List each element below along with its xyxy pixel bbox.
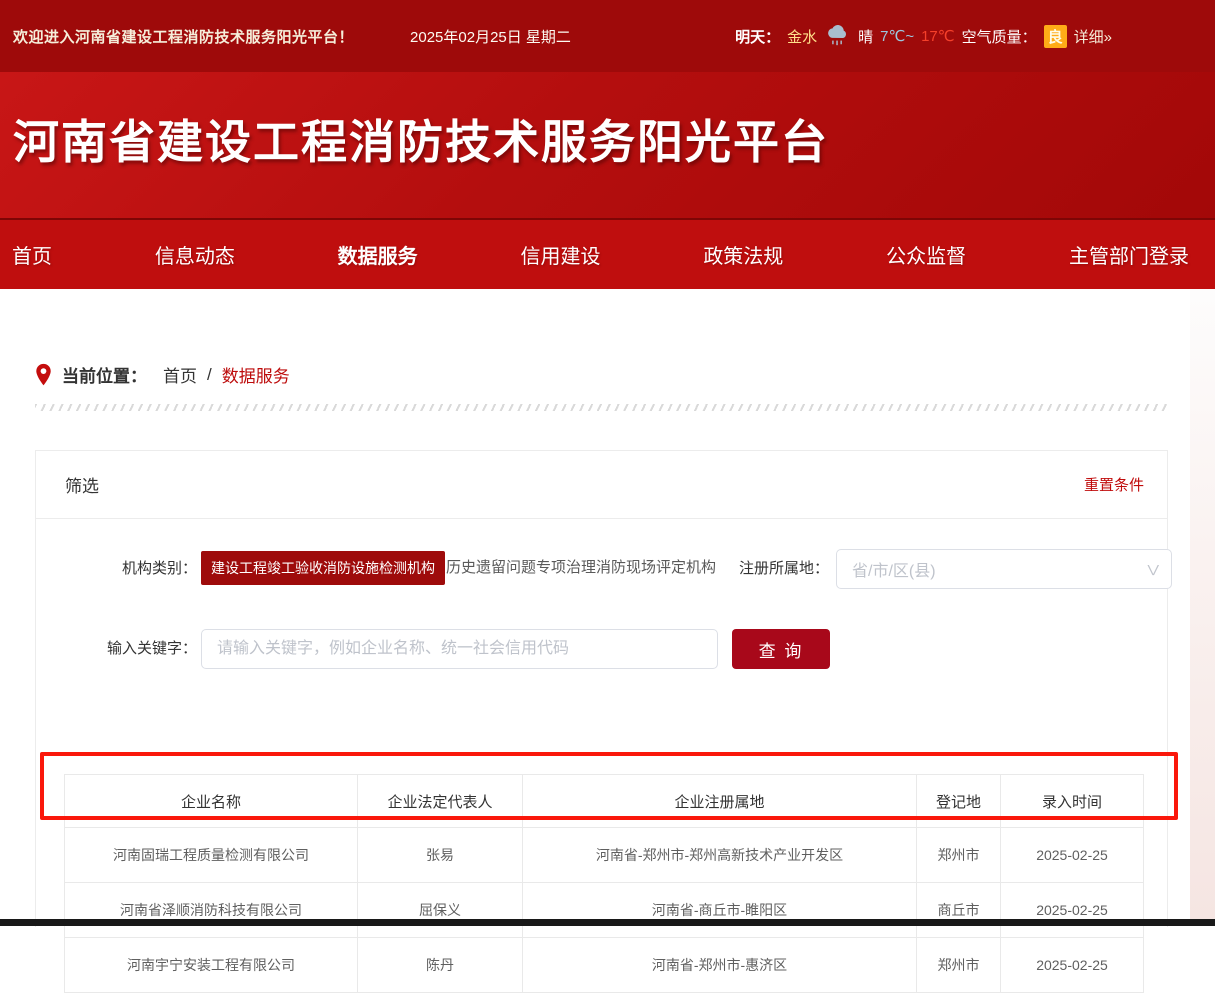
category-label: 机构类别：	[64, 549, 197, 589]
date-text: 2025年02月25日 星期二	[410, 26, 571, 47]
breadcrumb-label: 当前位置：	[62, 362, 147, 387]
welcome-text: 欢迎进入河南省建设工程消防技术服务阳光平台！	[13, 26, 354, 47]
cell-registry-city: 郑州市	[917, 938, 1001, 993]
region-label: 注册所属地：	[692, 549, 829, 589]
location-pin-icon	[35, 363, 52, 387]
col-header-registry-city: 登记地	[917, 775, 1001, 828]
right-edge-gradient	[1190, 289, 1215, 919]
filter-title: 筛选	[65, 472, 99, 497]
cell-representative: 陈丹	[358, 938, 523, 993]
weather-detail-link[interactable]: 详细»	[1074, 26, 1112, 47]
results-table: 企业名称 企业法定代表人 企业注册属地 登记地 录入时间 河南固瑞工程质量检测有…	[64, 774, 1144, 993]
cell-registered-location: 河南省-商丘市-睢阳区	[523, 883, 917, 938]
cell-entry-date: 2025-02-25	[1001, 883, 1144, 938]
table-row[interactable]: 河南宇宁安装工程有限公司 陈丹 河南省-郑州市-惠济区 郑州市 2025-02-…	[65, 938, 1144, 993]
filter-panel-header: 筛选 重置条件	[36, 451, 1167, 519]
cell-company: 河南省泽顺消防科技有限公司	[65, 883, 358, 938]
cell-representative: 张易	[358, 828, 523, 883]
nav-item-data-service[interactable]: 数据服务	[338, 240, 418, 269]
filter-panel: 筛选 重置条件 机构类别： 建设工程竣工验收消防设施检测机构 历史遗留问题专项治…	[35, 450, 1168, 927]
chevron-down-icon: ⋁	[1148, 562, 1159, 576]
breadcrumb: 当前位置： 首页 / 数据服务	[35, 362, 290, 387]
nav-item-supervision[interactable]: 公众监督	[886, 240, 966, 269]
category-filter-row: 机构类别： 建设工程竣工验收消防设施检测机构 历史遗留问题专项治理消防现场评定机…	[64, 549, 1167, 589]
region-select[interactable]: 省/市/区(县) ⋁	[836, 549, 1172, 589]
slash-divider	[35, 404, 1168, 411]
rain-cloud-icon	[824, 25, 851, 47]
cell-company: 河南宇宁安装工程有限公司	[65, 938, 358, 993]
search-button[interactable]: 查 询	[732, 629, 830, 669]
category-option-inactive[interactable]: 历史遗留问题专项治理消防现场评定机构	[446, 551, 716, 585]
cell-representative: 屈保义	[358, 883, 523, 938]
region-select-placeholder: 省/市/区(县)	[852, 557, 936, 581]
table-row[interactable]: 河南省泽顺消防科技有限公司 屈保义 河南省-商丘市-睢阳区 商丘市 2025-0…	[65, 883, 1144, 938]
nav-item-policy[interactable]: 政策法规	[703, 240, 783, 269]
col-header-company: 企业名称	[65, 775, 358, 828]
cell-registry-city: 商丘市	[917, 883, 1001, 938]
cell-entry-date: 2025-02-25	[1001, 828, 1144, 883]
breadcrumb-home-link[interactable]: 首页	[163, 362, 197, 387]
weather-widget: 明天： 金水 晴 7℃~ 17℃ 空气质量： 良 详细»	[735, 25, 1112, 48]
cell-company: 河南固瑞工程质量检测有限公司	[65, 828, 358, 883]
site-banner: 河南省建设工程消防技术服务阳光平台	[0, 72, 1215, 218]
keyword-input[interactable]	[201, 629, 718, 669]
nav-item-home[interactable]: 首页	[12, 240, 52, 269]
keyword-label: 输入关键字：	[64, 629, 197, 669]
cell-registry-city: 郑州市	[917, 828, 1001, 883]
weather-condition: 晴	[858, 26, 873, 47]
aqi-badge: 良	[1044, 25, 1067, 48]
reset-filters-link[interactable]: 重置条件	[1084, 474, 1144, 495]
col-header-registered-location: 企业注册属地	[523, 775, 917, 828]
breadcrumb-current-link[interactable]: 数据服务	[222, 362, 290, 387]
keyword-filter-row: 输入关键字： 查 询	[64, 629, 1167, 669]
table-row[interactable]: 河南固瑞工程质量检测有限公司 张易 河南省-郑州市-郑州高新技术产业开发区 郑州…	[65, 828, 1144, 883]
bottom-dark-bar	[0, 919, 1215, 926]
aqi-label: 空气质量：	[962, 26, 1037, 47]
col-header-entry-date: 录入时间	[1001, 775, 1144, 828]
breadcrumb-separator: /	[207, 365, 212, 385]
cell-registered-location: 河南省-郑州市-惠济区	[523, 938, 917, 993]
cell-entry-date: 2025-02-25	[1001, 938, 1144, 993]
top-utility-bar: 欢迎进入河南省建设工程消防技术服务阳光平台！ 2025年02月25日 星期二 明…	[0, 0, 1215, 72]
cell-registered-location: 河南省-郑州市-郑州高新技术产业开发区	[523, 828, 917, 883]
nav-item-credit[interactable]: 信用建设	[520, 240, 600, 269]
weather-tomorrow-label: 明天：	[735, 26, 780, 47]
nav-item-admin-login[interactable]: 主管部门登录	[1069, 240, 1189, 269]
nav-item-news[interactable]: 信息动态	[155, 240, 235, 269]
table-header-row: 企业名称 企业法定代表人 企业注册属地 登记地 录入时间	[65, 775, 1144, 828]
main-nav: 首页 信息动态 数据服务 信用建设 政策法规 公众监督 主管部门登录	[0, 218, 1215, 289]
weather-district: 金水	[787, 26, 817, 47]
weather-temp-low: 7℃~	[880, 27, 914, 45]
col-header-representative: 企业法定代表人	[358, 775, 523, 828]
weather-temp-high: 17℃	[921, 27, 955, 45]
page-title: 河南省建设工程消防技术服务阳光平台	[13, 106, 829, 172]
category-option-active[interactable]: 建设工程竣工验收消防设施检测机构	[201, 551, 445, 585]
filter-panel-body: 机构类别： 建设工程竣工验收消防设施检测机构 历史遗留问题专项治理消防现场评定机…	[36, 519, 1167, 927]
